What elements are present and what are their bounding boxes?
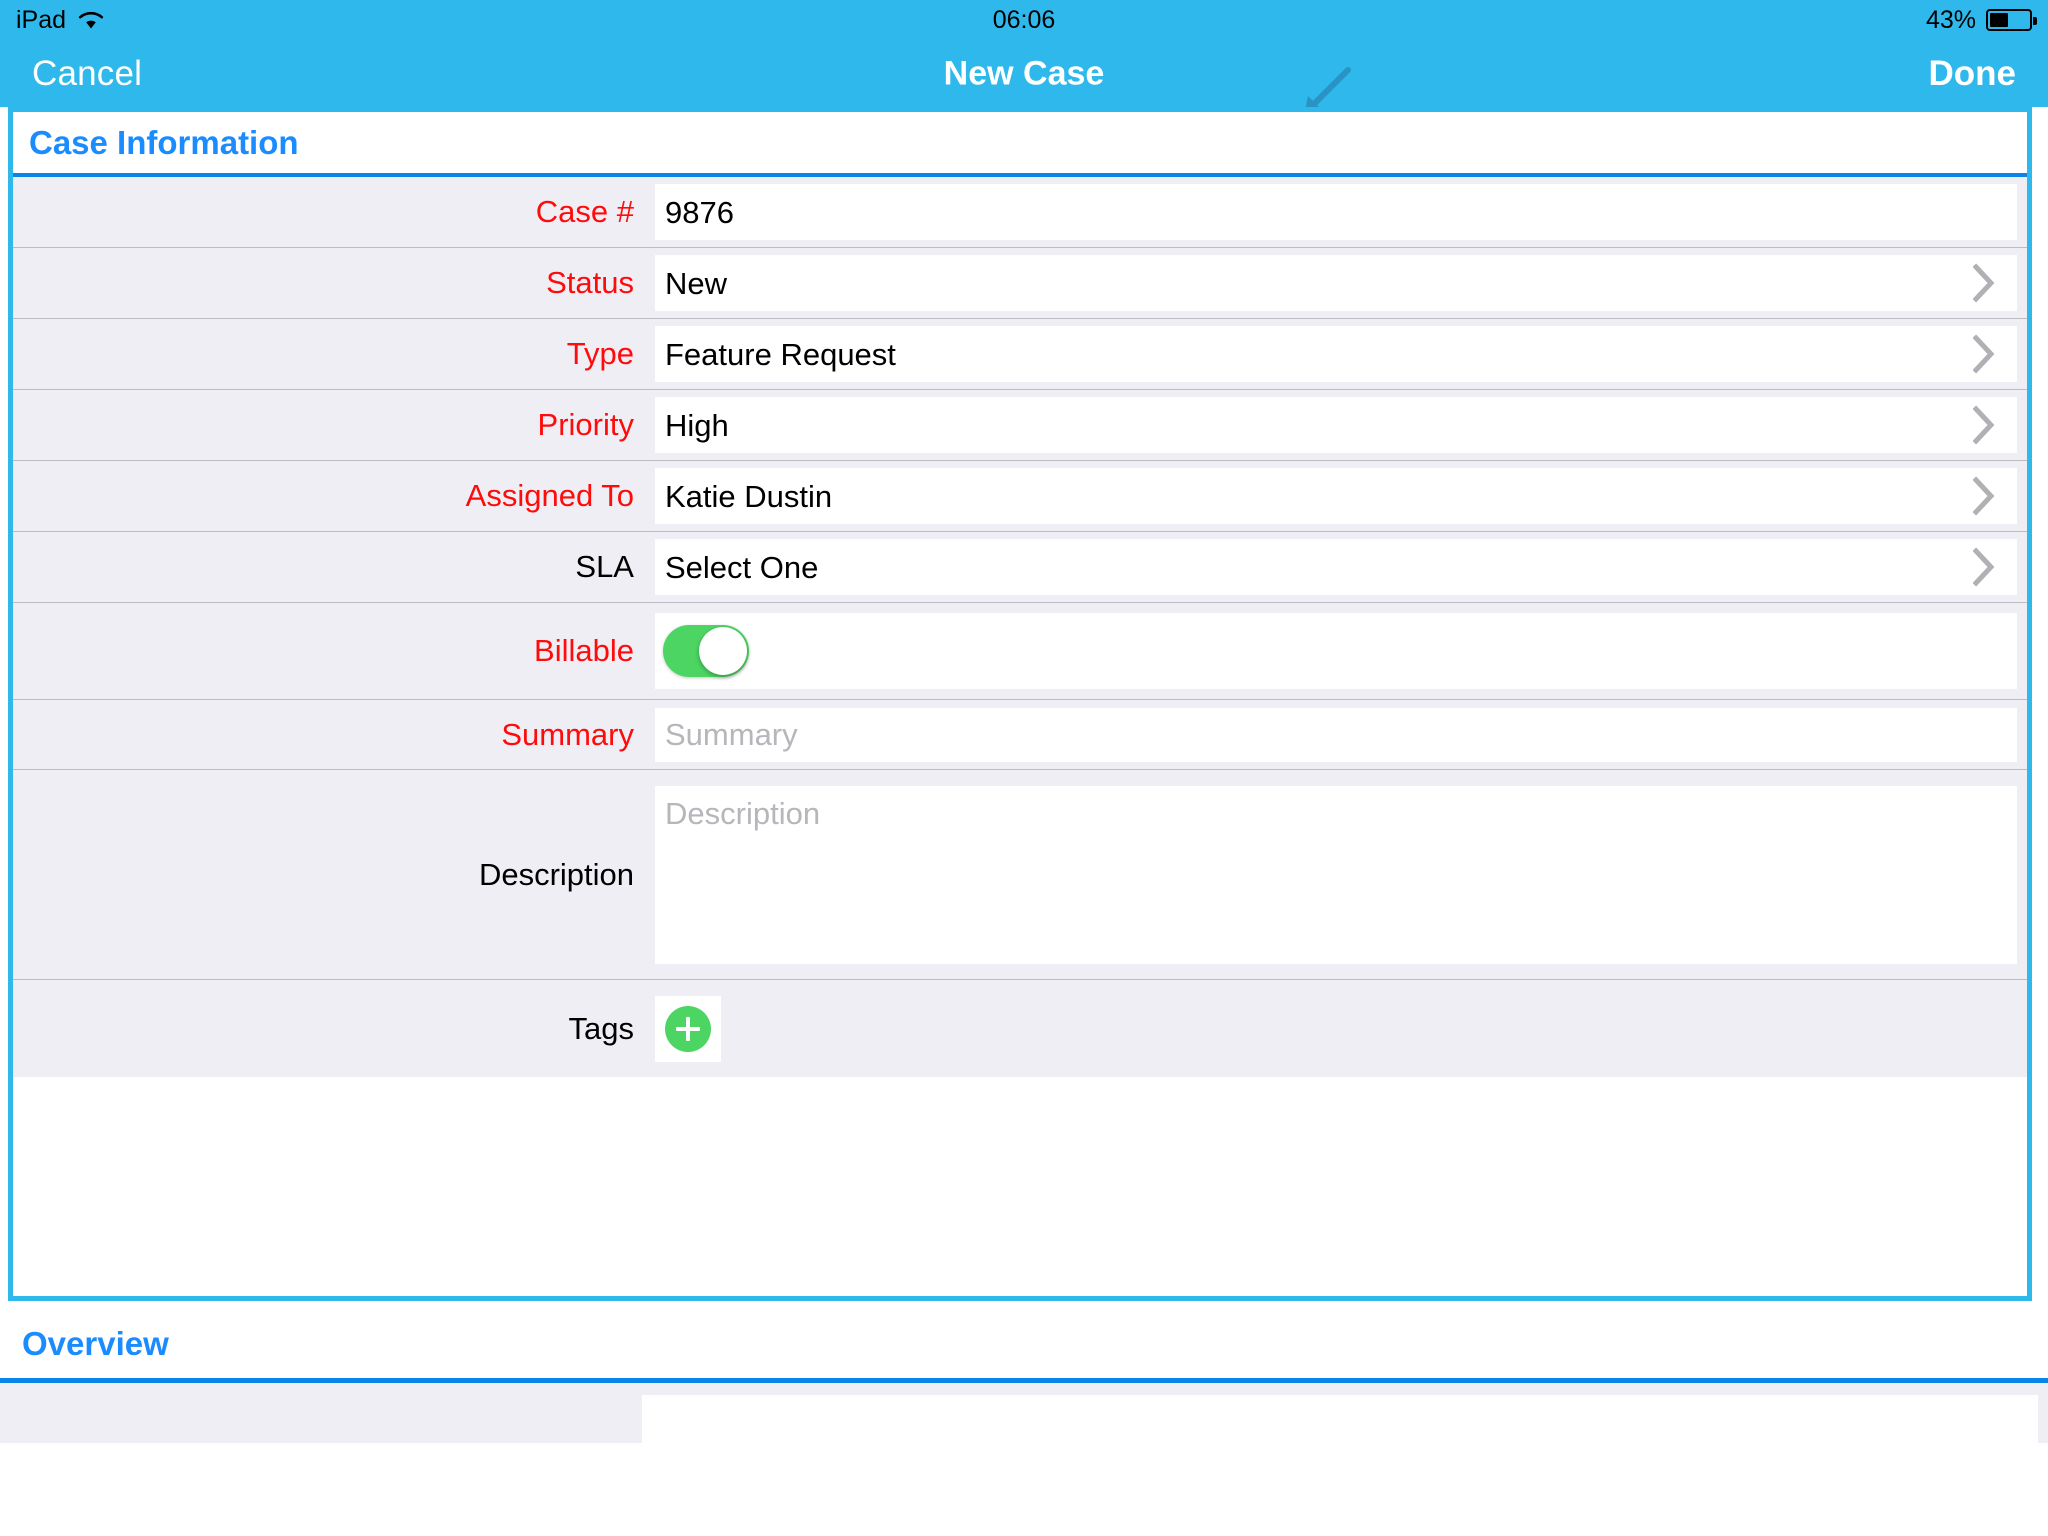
field-label-priority: Priority [537,407,634,442]
field-value-description[interactable]: Description [655,785,2017,964]
field-row-type[interactable]: Type Feature Request [13,319,2027,390]
field-value-summary[interactable]: Summary [655,707,2017,762]
status-value: New [665,265,728,301]
status-bar: iPad 06:06 43% [0,0,2048,40]
section-header-overview: Overview [0,1309,2048,1383]
field-value-status[interactable]: New [655,255,2017,311]
billable-toggle-switch[interactable] [663,625,749,677]
field-row-summary[interactable]: Summary Summary [13,700,2027,770]
summary-input-placeholder[interactable]: Summary [665,719,798,750]
type-value: Feature Request [665,336,896,372]
chevron-right-icon [1972,476,1995,516]
field-row-status[interactable]: Status New [13,248,2027,319]
field-label-summary: Summary [501,716,634,752]
field-label-sla: SLA [575,549,634,584]
battery-icon [1986,9,2037,31]
field-value-priority[interactable]: High [655,397,2017,453]
field-label-billable: Billable [534,633,634,668]
navigation-bar: Cancel New Case Done [0,40,2048,107]
field-value-case-number[interactable]: 9876 [655,184,2017,240]
field-row-case-number[interactable]: Case # 9876 [13,177,2027,248]
add-tag-button[interactable] [655,995,721,1062]
chevron-right-icon [1972,547,1995,587]
field-value-assigned-to[interactable]: Katie Dustin [655,468,2017,524]
overview-partial-row[interactable] [0,1383,2048,1443]
case-information-rows: Case # 9876 Status New Type Feature Requ… [13,177,2027,1077]
overview-row-value[interactable] [642,1395,2038,1443]
field-row-sla[interactable]: SLA Select One [13,532,2027,603]
chevron-right-icon [1972,263,1995,303]
toggle-knob [699,627,747,675]
field-label-status: Status [546,265,634,300]
chevron-right-icon [1972,334,1995,374]
field-row-description[interactable]: Description Description [13,770,2027,980]
section-title: Overview [22,1324,169,1362]
sla-value: Select One [665,549,819,585]
section-title: Case Information [29,123,299,161]
field-row-priority[interactable]: Priority High [13,390,2027,461]
field-value-type[interactable]: Feature Request [655,326,2017,382]
field-value-sla[interactable]: Select One [655,539,2017,595]
status-bar-clock: 06:06 [992,5,1056,34]
field-value-tags [655,980,2027,1077]
field-row-billable[interactable]: Billable [13,603,2027,700]
description-textarea-placeholder[interactable]: Description [665,798,820,829]
field-row-assigned-to[interactable]: Assigned To Katie Dustin [13,461,2027,532]
field-label-tags: Tags [568,1010,634,1046]
field-value-billable [655,613,2017,689]
done-button[interactable]: Done [1929,54,2017,94]
field-row-tags[interactable]: Tags [13,980,2027,1077]
assigned-to-value: Katie Dustin [665,478,833,514]
section-overview: Overview [0,1309,2048,1536]
overview-rows [0,1383,2048,1443]
page-title: New Case [943,54,1105,92]
battery-percent-label: 43% [1925,5,1976,34]
section-case-information: Case Information Case # 9876 Status New [8,107,2032,1301]
status-bar-right: 43% [1925,5,2037,35]
section-header-case-information: Case Information [13,112,2027,177]
priority-value: High [665,407,729,443]
chevron-right-icon [1972,405,1995,445]
plus-circle-icon [665,1005,711,1052]
ipad-new-case-screen: iPad 06:06 43% Cancel New Case Done Case… [0,0,2048,1536]
field-label-case-number: Case # [535,194,634,229]
field-label-description: Description [478,856,634,892]
field-label-type: Type [566,336,634,371]
field-label-assigned-to: Assigned To [465,478,634,513]
case-number-input[interactable]: 9876 [665,197,734,228]
form-body: Case Information Case # 9876 Status New [0,107,2048,1536]
